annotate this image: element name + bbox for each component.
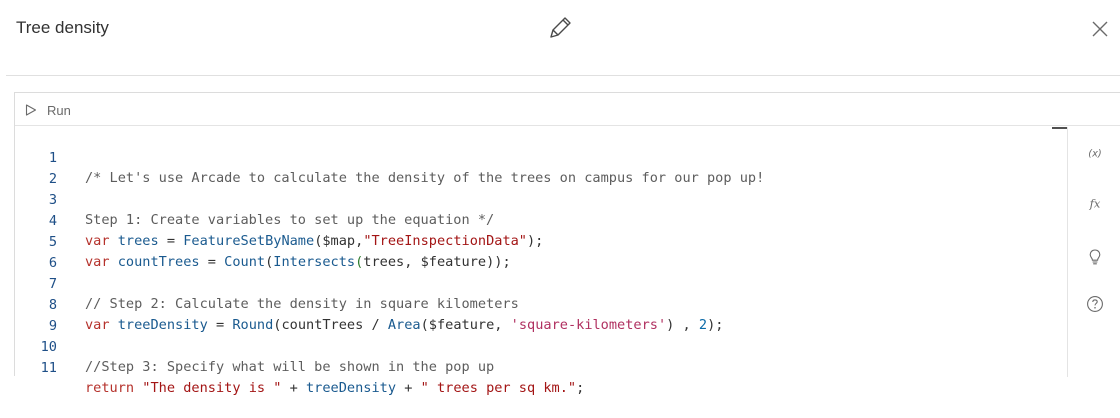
lightbulb-icon bbox=[1089, 249, 1101, 265]
code-line: 10 //Step 3: Specify what will be shown … bbox=[15, 317, 1045, 375]
line-number: 11 bbox=[40, 360, 57, 376]
variables-icon: (x) bbox=[1088, 148, 1101, 159]
arcade-editor: Run 1 /* Let's use Arcade to calculate t… bbox=[14, 92, 1120, 396]
editor-side-panel: (x) fx bbox=[1067, 127, 1120, 377]
code-line: 8 var treeDensity = Round(countTrees / A… bbox=[15, 275, 1045, 333]
code-line: 2 bbox=[15, 149, 1045, 187]
close-button[interactable] bbox=[1090, 19, 1110, 39]
string-token: " trees per sq km." bbox=[420, 380, 577, 396]
edit-title-button[interactable] bbox=[547, 15, 573, 41]
editor-toolbar: Run bbox=[15, 93, 1120, 126]
keyword-token: return bbox=[85, 380, 135, 396]
code-line: 9 bbox=[15, 296, 1045, 334]
close-icon bbox=[1092, 21, 1108, 37]
suggestions-button[interactable] bbox=[1080, 243, 1110, 271]
operator-token: + bbox=[281, 380, 306, 396]
code-line: 7 // Step 2: Calculate the density in sq… bbox=[15, 254, 1045, 312]
code-line: 4 var trees = FeatureSetByName($map,"Tre… bbox=[15, 191, 1045, 249]
run-label: Run bbox=[47, 102, 71, 118]
variable-token: treeDensity bbox=[306, 380, 397, 396]
scrollbar-indicator[interactable] bbox=[1052, 127, 1068, 129]
operator-token: + bbox=[396, 380, 421, 396]
string-token: "The density is " bbox=[142, 380, 282, 396]
code-line: 6 bbox=[15, 233, 1045, 271]
function-icon: fx bbox=[1089, 196, 1101, 210]
svg-text:(x): (x) bbox=[1088, 148, 1101, 159]
help-icon bbox=[1087, 296, 1103, 312]
code-line: 11 return "The density is " + treeDensit… bbox=[15, 338, 1045, 396]
panel-title: Tree density bbox=[16, 18, 109, 37]
panel-header: Tree density bbox=[0, 0, 1120, 60]
code-line: 3 Step 1: Create variables to set up the… bbox=[15, 170, 1045, 228]
code-line: 1 /* Let's use Arcade to calculate the d… bbox=[15, 128, 1045, 186]
svg-text:fx: fx bbox=[1089, 196, 1101, 210]
header-divider bbox=[6, 75, 1120, 76]
help-button[interactable] bbox=[1080, 290, 1110, 318]
variables-button[interactable]: (x) bbox=[1080, 139, 1110, 167]
punct-token: ; bbox=[576, 380, 585, 396]
functions-button[interactable]: fx bbox=[1080, 190, 1110, 218]
code-line: 5 var countTrees = Count(Intersects(tree… bbox=[15, 212, 1045, 270]
code-editor[interactable]: 1 /* Let's use Arcade to calculate the d… bbox=[15, 127, 1055, 396]
pencil-icon bbox=[550, 17, 571, 38]
run-button[interactable]: Run bbox=[25, 101, 71, 119]
play-icon bbox=[25, 104, 37, 116]
code-comment: //Step 3: Specify what will be shown in … bbox=[85, 359, 495, 375]
